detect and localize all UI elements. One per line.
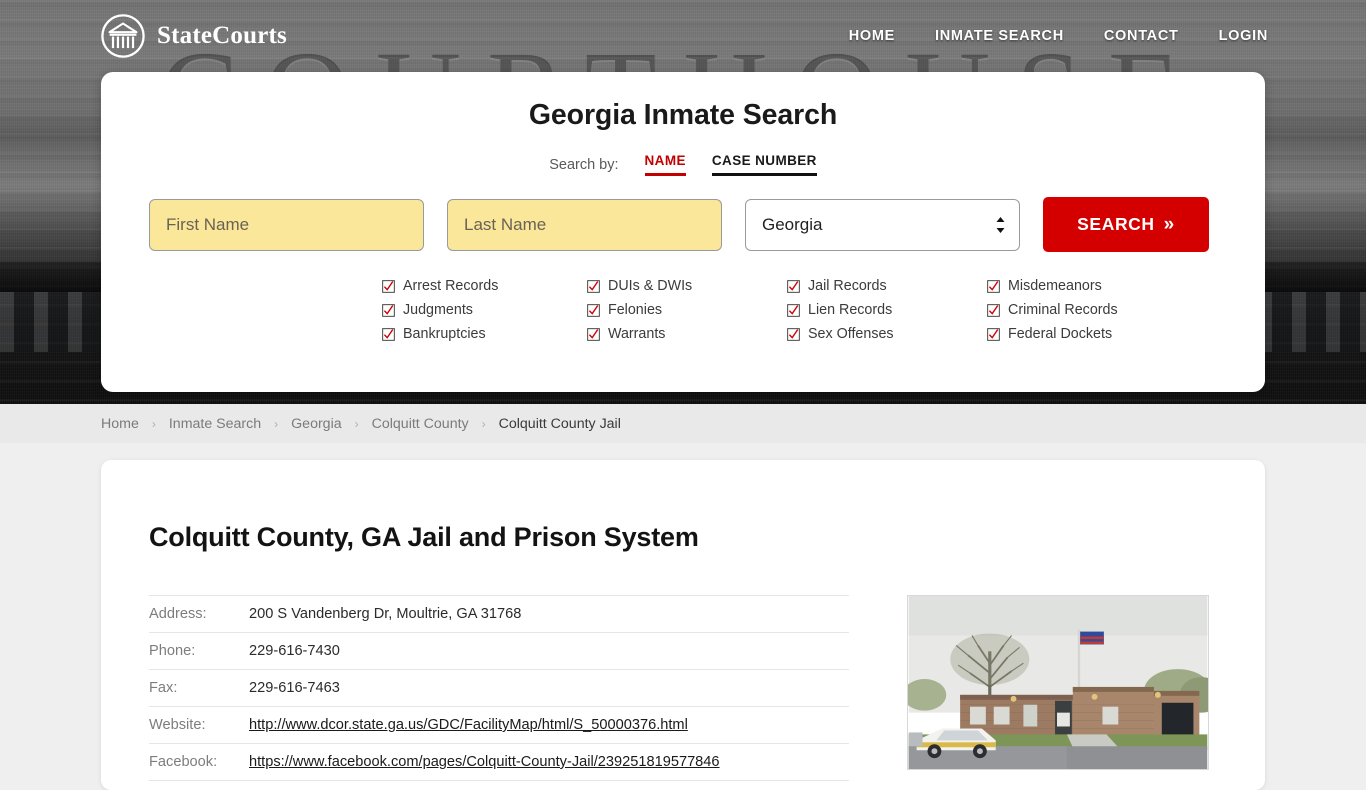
first-name-input[interactable] [149,198,424,251]
table-row: Website: http://www.dcor.state.ga.us/GDC… [149,707,849,744]
main-nav: HOME INMATE SEARCH CONTACT LOGIN [849,28,1268,44]
search-button-label: SEARCH [1077,214,1155,234]
checked-checkbox-icon [382,303,395,317]
checked-checkbox-icon [787,327,800,341]
breadcrumb-item-colquitt-county[interactable]: Colquitt County [372,416,469,432]
record-type-federal-dockets[interactable]: Federal Dockets [987,326,1207,342]
detail-label-phone: Phone: [149,643,196,659]
tab-search-by-name[interactable]: NAME [644,153,686,176]
record-type-label: Warrants [608,326,666,342]
facility-details-table: Address: 200 S Vandenberg Dr, Moultrie, … [149,595,849,781]
nav-item-contact[interactable]: CONTACT [1104,28,1179,44]
record-type-sex-offenses[interactable]: Sex Offenses [787,326,987,342]
nav-item-home[interactable]: HOME [849,28,895,44]
detail-label-address: Address: [149,606,207,622]
top-navigation-bar: StateCourts HOME INMATE SEARCH CONTACT L… [0,0,1366,72]
search-by-label: Search by: [549,156,619,173]
record-type-lien-records[interactable]: Lien Records [787,302,987,318]
table-row: Fax: 229-616-7463 [149,670,849,707]
checked-checkbox-icon [382,327,395,341]
hero-header: COURTHOUSE StateCourts HOME INMATE S [0,0,1366,404]
record-type-label: Felonies [608,302,663,318]
detail-value-phone: 229-616-7430 [249,643,340,659]
chevron-right-icon: › [274,416,279,431]
record-type-warrants[interactable]: Warrants [587,326,787,342]
website-link[interactable]: http://www.dcor.state.ga.us/GDC/Facility… [249,717,688,733]
detail-value-address: 200 S Vandenberg Dr, Moultrie, GA 31768 [249,606,522,622]
search-button[interactable]: SEARCH » [1043,197,1209,252]
courthouse-circle-icon [100,13,146,59]
detail-value-fax: 229-616-7463 [249,680,340,696]
table-row: Facebook: https://www.facebook.com/pages… [149,744,849,781]
tab-search-by-case-number[interactable]: CASE NUMBER [711,153,817,176]
record-type-duis-dwis[interactable]: DUIs & DWIs [587,278,787,294]
record-type-label: Lien Records [808,302,893,318]
chevron-right-icon: › [151,416,156,431]
detail-label-website: Website: [149,717,206,733]
search-by-tabs: Search by: NAME CASE NUMBER [101,153,1265,176]
search-form: Georgia SEARCH » [149,197,1265,252]
checked-checkbox-icon [587,303,600,317]
search-card-title: Georgia Inmate Search [528,99,838,131]
checked-checkbox-icon [382,279,395,293]
chevron-right-icon: › [354,416,359,431]
brand-name: StateCourts [157,22,287,49]
record-type-label: Jail Records [808,278,887,294]
chevron-right-icon: › [481,416,486,431]
last-name-input[interactable] [447,198,722,251]
inmate-search-card: Georgia Inmate Search Search by: NAME CA… [101,72,1265,392]
checked-checkbox-icon [787,279,800,293]
breadcrumb: Home › Inmate Search › Georgia › Colquit… [101,416,621,432]
checked-checkbox-icon [987,303,1000,317]
breadcrumb-item-inmate-search[interactable]: Inmate Search [169,416,261,432]
table-row: Address: 200 S Vandenberg Dr, Moultrie, … [149,595,849,633]
record-type-label: Criminal Records [1008,302,1118,318]
record-type-felonies[interactable]: Felonies [587,302,787,318]
facility-content: Address: 200 S Vandenberg Dr, Moultrie, … [149,595,1265,781]
checked-checkbox-icon [587,279,600,293]
record-type-arrest-records[interactable]: Arrest Records [382,278,587,294]
record-type-label: Misdemeanors [1008,278,1102,294]
record-type-label: Sex Offenses [808,326,894,342]
checked-checkbox-icon [987,279,1000,293]
record-type-label: DUIs & DWIs [608,278,693,294]
checked-checkbox-icon [587,327,600,341]
detail-label-facebook: Facebook: [149,754,218,770]
detail-value-facebook: https://www.facebook.com/pages/Colquitt-… [249,744,849,781]
record-type-jail-records[interactable]: Jail Records [787,278,987,294]
record-type-misdemeanors[interactable]: Misdemeanors [987,278,1207,294]
record-type-label: Federal Dockets [1008,326,1113,342]
record-type-bankruptcies[interactable]: Bankruptcies [382,326,587,342]
detail-value-website: http://www.dcor.state.ga.us/GDC/Facility… [249,707,849,744]
state-select-wrapper: Georgia [745,198,1020,251]
record-type-label: Arrest Records [403,278,499,294]
detail-label-fax: Fax: [149,680,178,696]
breadcrumb-item-current: Colquitt County Jail [498,415,621,432]
double-chevron-right-icon: » [1163,214,1175,235]
record-types-grid: Arrest Records DUIs & DWIs Jail Records … [382,278,1265,342]
nav-item-login[interactable]: LOGIN [1219,28,1268,44]
facility-photo-column [907,595,1209,781]
facility-photo [907,595,1209,770]
brand-logo-link[interactable]: StateCourts [100,13,287,59]
breadcrumb-item-home[interactable]: Home [101,416,139,432]
table-row: Phone: 229-616-7430 [149,633,849,670]
nav-item-inmate-search[interactable]: INMATE SEARCH [935,28,1064,44]
checked-checkbox-icon [987,327,1000,341]
page-title: Colquitt County, GA Jail and Prison Syst… [149,522,699,552]
breadcrumb-bar: Home › Inmate Search › Georgia › Colquit… [0,404,1366,443]
record-type-criminal-records[interactable]: Criminal Records [987,302,1207,318]
checked-checkbox-icon [787,303,800,317]
breadcrumb-item-georgia[interactable]: Georgia [291,416,341,432]
state-select[interactable]: Georgia [745,198,1020,251]
record-type-label: Judgments [403,302,473,318]
record-type-judgments[interactable]: Judgments [382,302,587,318]
page-body: Colquitt County, GA Jail and Prison Syst… [0,443,1366,790]
record-type-label: Bankruptcies [403,326,486,342]
facility-card: Colquitt County, GA Jail and Prison Syst… [101,460,1265,790]
